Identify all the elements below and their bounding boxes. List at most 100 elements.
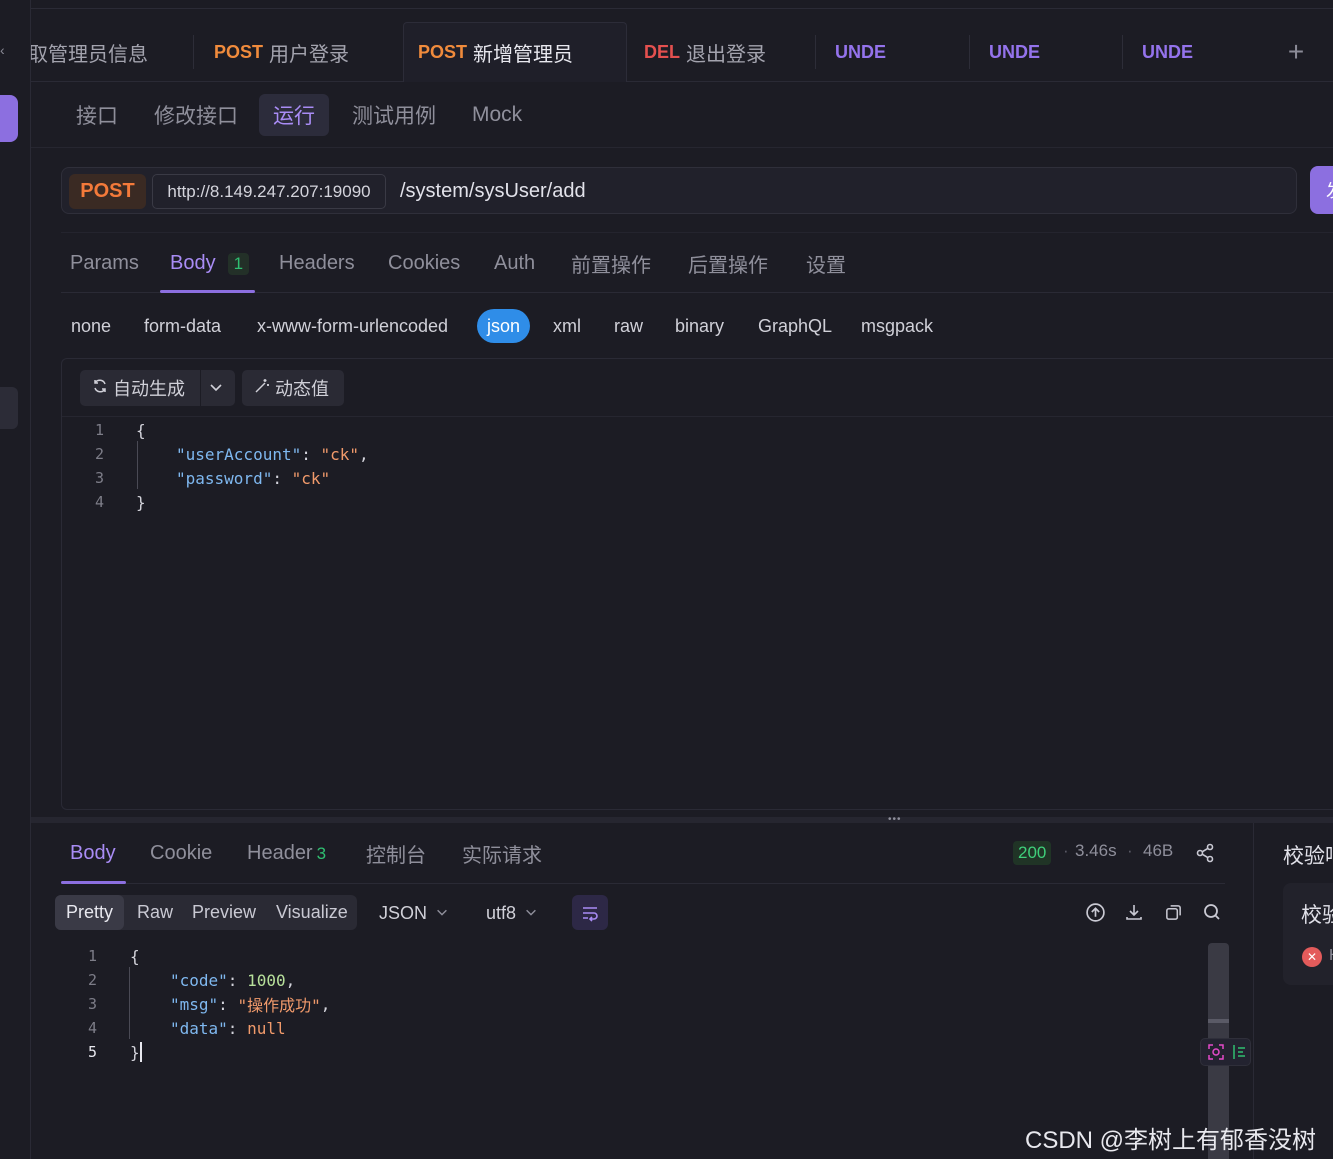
align-icon[interactable] bbox=[1231, 1043, 1247, 1066]
body-type-selector: none form-data x-www-form-urlencoded jso… bbox=[61, 309, 1061, 345]
encoding-select[interactable]: utf8 bbox=[486, 900, 538, 926]
body-type-raw[interactable]: raw bbox=[614, 309, 643, 343]
send-button[interactable]: 发 bbox=[1310, 166, 1333, 214]
method-select[interactable]: POST bbox=[69, 174, 146, 209]
line-number: 5 bbox=[87, 1043, 97, 1061]
json-value: "ck" bbox=[320, 444, 360, 464]
tab-get-admin-info[interactable]: 取管理员信息 bbox=[31, 22, 193, 82]
view-pretty[interactable]: Pretty bbox=[55, 895, 125, 930]
method-label: DEL bbox=[644, 41, 680, 62]
method-label: UNDE bbox=[989, 41, 1041, 62]
path-input[interactable]: /system/sysUser/add bbox=[400, 174, 586, 209]
tab-user-login[interactable]: POST 用户登录 bbox=[214, 22, 404, 82]
top-border bbox=[31, 8, 1333, 9]
method-label: POST bbox=[214, 41, 264, 62]
tab-body[interactable]: Body 1 bbox=[170, 233, 250, 294]
base-url-select[interactable]: http://8.149.247.207:19090 bbox=[152, 174, 386, 209]
code-line: 4 "data": null bbox=[55, 1016, 286, 1040]
json-key: "data" bbox=[170, 1018, 228, 1038]
text-cursor bbox=[139, 1042, 142, 1062]
share-icon[interactable] bbox=[1195, 843, 1215, 868]
scrollbar-thumb[interactable] bbox=[1208, 1019, 1229, 1023]
view-raw[interactable]: Raw bbox=[126, 895, 184, 930]
chevron-down-icon bbox=[435, 903, 449, 924]
body-type-graphql[interactable]: GraphQL bbox=[758, 309, 832, 343]
view-preview[interactable]: Preview bbox=[181, 895, 267, 930]
tab-divider bbox=[1122, 35, 1123, 69]
resp-tab-actual-request[interactable]: 实际请求 bbox=[462, 823, 542, 884]
tab-title: 取管理员信息 bbox=[31, 43, 148, 66]
validation-card[interactable]: 校验 ✕ H bbox=[1283, 883, 1333, 985]
body-type-form-data[interactable]: form-data bbox=[144, 309, 221, 343]
tab-params[interactable]: Params bbox=[70, 233, 139, 294]
response-size: 46B bbox=[1143, 841, 1174, 860]
capture-icon[interactable] bbox=[1207, 1043, 1225, 1066]
request-body-editor[interactable]: 自动生成 动态值 1{ 2 "userAccount": "ck", 3 "pass… bbox=[61, 358, 1333, 810]
resp-tab-console[interactable]: 控制台 bbox=[366, 823, 426, 884]
subtab-run[interactable]: 运行 bbox=[259, 94, 329, 136]
download-icon[interactable] bbox=[1122, 900, 1146, 924]
floating-toolbar bbox=[1200, 1038, 1251, 1066]
api-subtabs: 接口 修改接口 运行 测试用例 Mock bbox=[31, 82, 1333, 148]
subtab-test-cases[interactable]: 测试用例 bbox=[338, 94, 450, 136]
rail-active-item[interactable] bbox=[0, 95, 18, 142]
resp-tab-body[interactable]: Body bbox=[70, 823, 116, 884]
method-label: UNDE bbox=[835, 41, 887, 62]
dynamic-value-button[interactable]: 动态值 bbox=[242, 370, 344, 406]
line-number: 1 bbox=[87, 947, 97, 965]
line-number: 2 bbox=[87, 971, 97, 989]
tab-cookies[interactable]: Cookies bbox=[388, 233, 460, 294]
search-icon[interactable] bbox=[1200, 900, 1224, 924]
tab-post-ops[interactable]: 后置操作 bbox=[688, 233, 768, 294]
code-line: 2 "userAccount": "ck", bbox=[62, 442, 369, 466]
tab-settings[interactable]: 设置 bbox=[806, 233, 846, 294]
subtab-api[interactable]: 接口 bbox=[62, 94, 132, 136]
line-number: 3 bbox=[94, 469, 104, 487]
format-select[interactable]: JSON bbox=[379, 900, 449, 926]
add-tab-button[interactable]: + bbox=[1282, 34, 1310, 70]
json-key: "userAccount" bbox=[176, 444, 302, 464]
tab-pre-ops[interactable]: 前置操作 bbox=[571, 233, 651, 294]
tab-unde-2[interactable]: UNDE bbox=[989, 22, 1119, 82]
resp-tab-cookie[interactable]: Cookie bbox=[150, 823, 212, 884]
rail-item[interactable] bbox=[0, 387, 18, 429]
tab-headers[interactable]: Headers bbox=[279, 233, 355, 294]
chevron-down-icon bbox=[524, 903, 538, 924]
editor-toolbar: 自动生成 动态值 bbox=[62, 359, 1333, 417]
tab-unde-3[interactable]: UNDE bbox=[1142, 22, 1272, 82]
upload-icon[interactable] bbox=[1083, 900, 1107, 924]
tab-unde-1[interactable]: UNDE bbox=[835, 22, 965, 82]
tab-divider bbox=[193, 35, 194, 69]
view-visualize[interactable]: Visualize bbox=[265, 895, 359, 930]
tab-add-admin[interactable]: POST 新增管理员 bbox=[403, 22, 627, 82]
copy-icon[interactable] bbox=[1161, 900, 1185, 924]
body-type-urlencoded[interactable]: x-www-form-urlencoded bbox=[257, 309, 448, 343]
tab-auth[interactable]: Auth bbox=[494, 233, 535, 294]
tab-body-badge: 1 bbox=[227, 252, 250, 275]
left-rail: ‹ bbox=[0, 0, 31, 1159]
chevron-down-icon[interactable] bbox=[208, 379, 224, 400]
body-type-none[interactable]: none bbox=[71, 309, 111, 343]
resp-tab-header[interactable]: Header 3 bbox=[247, 823, 326, 884]
panel-divider bbox=[1253, 823, 1254, 1159]
line-number: 1 bbox=[94, 421, 104, 439]
code-brace: } bbox=[130, 1042, 140, 1062]
chevron-left-icon[interactable]: ‹ bbox=[0, 42, 5, 58]
json-value: null bbox=[247, 1018, 286, 1038]
auto-generate-button[interactable]: 自动生成 bbox=[80, 370, 235, 406]
line-number: 2 bbox=[94, 445, 104, 463]
body-type-msgpack[interactable]: msgpack bbox=[861, 309, 933, 343]
tab-logout[interactable]: DEL 退出登录 bbox=[644, 22, 814, 82]
code-brace: { bbox=[136, 420, 146, 440]
body-type-binary[interactable]: binary bbox=[675, 309, 724, 343]
subtab-mock[interactable]: Mock bbox=[458, 94, 536, 136]
body-type-xml[interactable]: xml bbox=[553, 309, 581, 343]
tab-title: 退出登录 bbox=[686, 43, 766, 66]
body-type-json[interactable]: json bbox=[477, 309, 531, 343]
tab-body-label: Body bbox=[170, 252, 216, 274]
json-key: "msg" bbox=[170, 994, 219, 1014]
wrap-lines-icon[interactable] bbox=[572, 895, 608, 930]
subtab-edit-api[interactable]: 修改接口 bbox=[140, 94, 252, 136]
error-icon: ✕ bbox=[1302, 947, 1322, 967]
code-punct: , bbox=[285, 970, 296, 990]
